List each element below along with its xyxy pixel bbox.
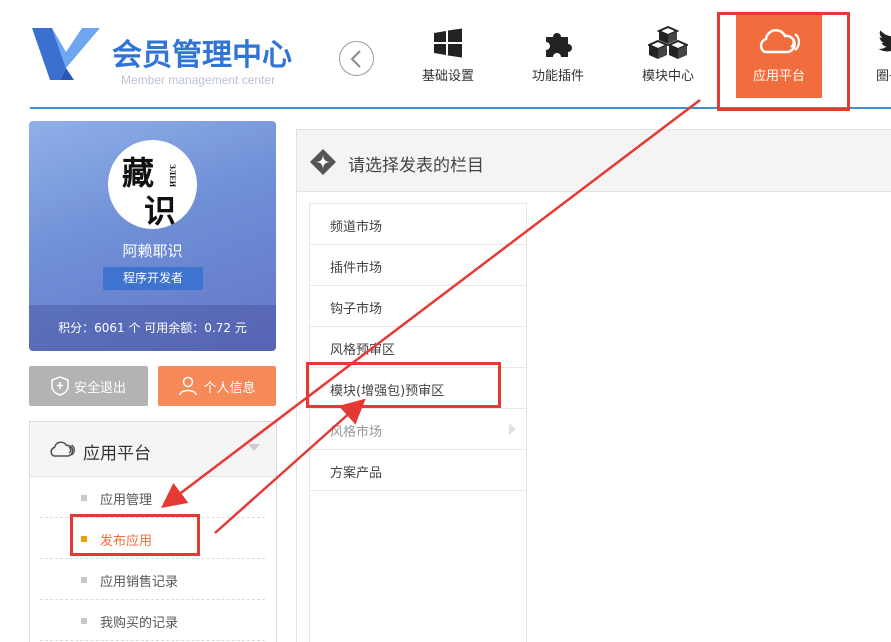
cloud-icon	[736, 26, 822, 60]
nav-label: 应用平台	[752, 69, 805, 84]
nav-label: 圈子	[876, 69, 891, 84]
cubes-icon	[625, 26, 711, 60]
side-item-purchase-records[interactable]: 我购买的记录	[40, 600, 265, 641]
bullet-icon	[81, 495, 87, 501]
windows-icon	[405, 26, 491, 60]
category-module-review[interactable]: 模块(增强包)预审区	[310, 368, 526, 409]
avatar[interactable]: 藏 识 ЗЛЕИ	[108, 140, 197, 229]
category-label: 钩子市场	[330, 302, 383, 317]
chevron-right-icon	[509, 423, 516, 435]
bullet-icon	[81, 618, 87, 624]
category-label: 插件市场	[330, 261, 383, 276]
main-panel: 请选择发表的栏目 频道市场 插件市场 钩子市场 风格预审区 模块(增强包)预审区…	[296, 129, 891, 642]
category-style-market[interactable]: 风格市场	[310, 409, 526, 450]
category-channel-market[interactable]: 频道市场	[310, 204, 526, 245]
side-item-app-management[interactable]: 应用管理	[40, 477, 265, 518]
header-divider	[30, 107, 891, 109]
category-hook-market[interactable]: 钩子市场	[310, 286, 526, 327]
bullet-icon	[81, 536, 87, 542]
nav-plugins[interactable]: 功能插件	[515, 12, 601, 98]
nav-app-platform[interactable]: 应用平台	[736, 12, 822, 98]
nav-circle[interactable]: 圈子	[846, 12, 891, 98]
puzzle-icon	[515, 26, 601, 60]
nav-label: 模块中心	[641, 69, 694, 84]
side-item-publish-app[interactable]: 发布应用	[40, 518, 265, 559]
role-badge: 程序开发者	[103, 267, 203, 290]
shield-icon	[51, 376, 69, 396]
nav-basic-settings[interactable]: 基础设置	[405, 12, 491, 98]
side-item-sales-records[interactable]: 应用销售记录	[40, 559, 265, 600]
bullet-icon	[81, 577, 87, 583]
twitter-bird-icon	[846, 26, 891, 60]
nav-label: 功能插件	[531, 69, 584, 84]
side-item-label: 发布应用	[100, 534, 153, 549]
logo-title: 会员管理中心	[112, 38, 292, 73]
nav-modules[interactable]: 模块中心	[625, 12, 711, 98]
account-stats: 积分：6061 个 可用余额：0.72 元	[29, 305, 276, 351]
personal-info-label: 个人信息	[203, 380, 256, 396]
user-icon	[179, 376, 198, 396]
cloud-icon	[50, 441, 75, 457]
side-item-label: 应用管理	[100, 493, 153, 508]
side-item-label: 我购买的记录	[100, 616, 179, 631]
category-style-review[interactable]: 风格预审区	[310, 327, 526, 368]
avatar-char: 识	[144, 192, 177, 229]
logo-icon	[30, 24, 102, 82]
category-label: 风格市场	[330, 425, 383, 440]
profile-card: 藏 识 ЗЛЕИ 阿赖耶识 程序开发者 积分：6061 个 可用余额：0.72 …	[29, 121, 276, 351]
avatar-side-text: ЗЛЕИ	[168, 164, 177, 188]
category-plugin-market[interactable]: 插件市场	[310, 245, 526, 286]
page-root: 会员管理中心 Member management center 基础设置 功能插…	[0, 0, 891, 642]
nav-label: 基础设置	[421, 69, 474, 84]
side-menu-header[interactable]: 应用平台	[30, 422, 276, 477]
side-menu-title: 应用平台	[83, 444, 151, 464]
category-list: 频道市场 插件市场 钩子市场 风格预审区 模块(增强包)预审区 风格市场 方案产…	[309, 203, 527, 642]
main-panel-title: 请选择发表的栏目	[348, 156, 484, 176]
category-label: 模块(增强包)预审区	[330, 384, 445, 399]
side-menu: 应用平台 应用管理 发布应用 应用销售记录 我购买的记录	[29, 421, 277, 642]
caret-down-icon[interactable]	[248, 444, 260, 451]
category-label: 方案产品	[330, 466, 383, 481]
username: 阿赖耶识	[122, 242, 183, 260]
sparkle-diamond-icon	[310, 149, 336, 175]
category-label: 频道市场	[330, 220, 383, 235]
logout-label: 安全退出	[73, 380, 126, 396]
back-button[interactable]	[339, 41, 374, 76]
personal-info-button[interactable]: 个人信息	[158, 366, 276, 406]
logout-button[interactable]: 安全退出	[29, 366, 148, 406]
category-solution-products[interactable]: 方案产品	[310, 450, 526, 491]
logo-subtitle: Member management center	[121, 73, 276, 87]
side-item-label: 应用销售记录	[100, 575, 179, 590]
chevron-left-icon	[350, 50, 361, 68]
category-label: 风格预审区	[330, 343, 396, 358]
main-panel-header: 请选择发表的栏目	[297, 130, 891, 192]
